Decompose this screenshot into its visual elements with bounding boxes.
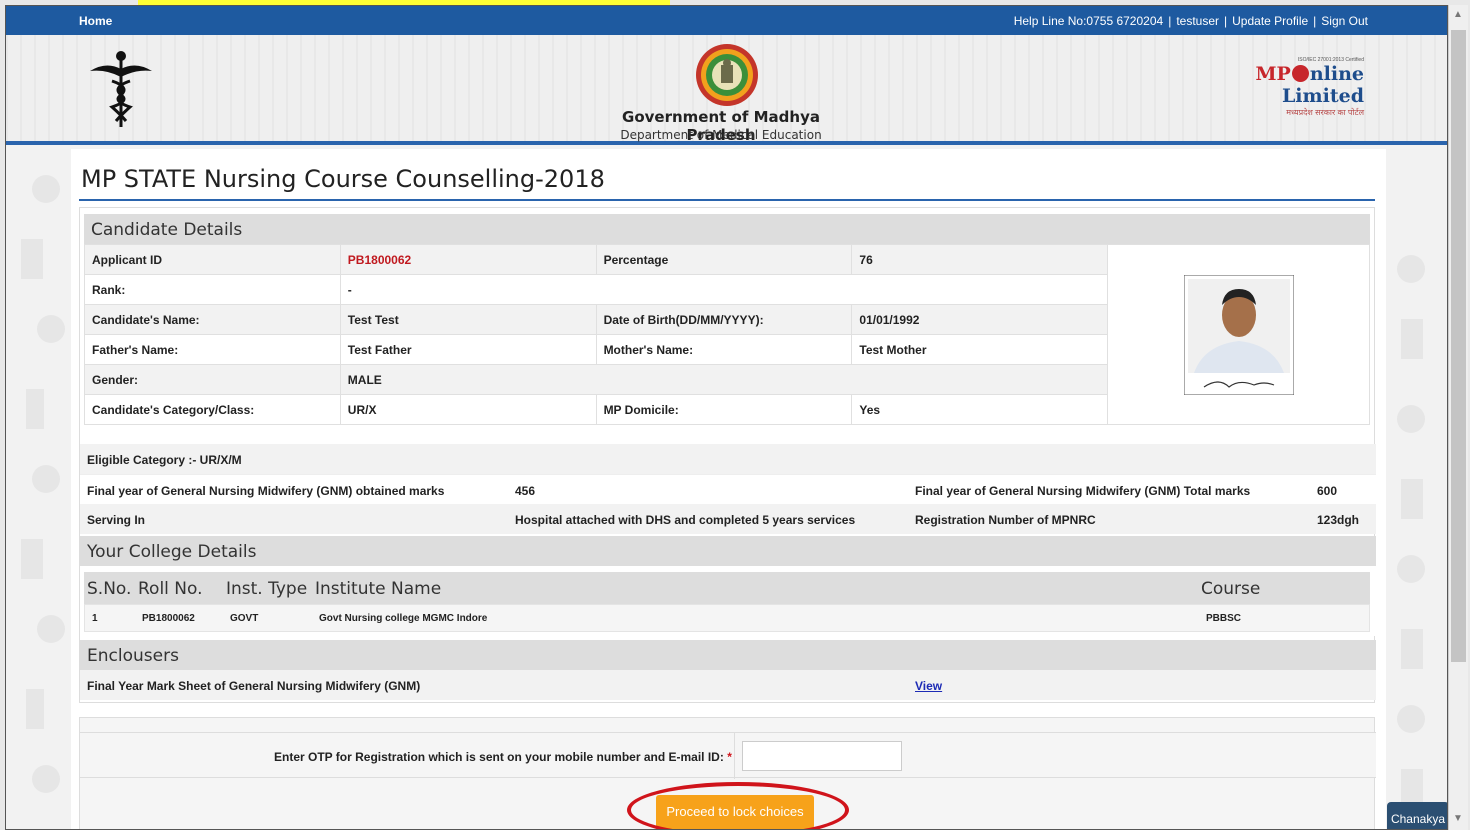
photo-cell (1107, 244, 1370, 425)
mp-emblem-icon (696, 44, 758, 106)
helpline-text: Help Line No:0755 6720204 (1013, 14, 1164, 28)
cell-institute-name: Govt Nursing college MGMC Indore (319, 613, 488, 624)
top-nav-right: Help Line No:0755 6720204 | testuser | U… (1014, 14, 1368, 28)
scroll-thumb[interactable] (1451, 30, 1466, 662)
table-row: 1 PB1800062 GOVT Govt Nursing college MG… (84, 604, 1370, 632)
main-content: MP STATE Nursing Course Counselling-2018… (71, 149, 1386, 829)
separator: | (1224, 14, 1228, 28)
caduceus-icon (90, 51, 152, 127)
col-institute-name: Institute Name (315, 579, 442, 599)
gnm-total-value: 600 (1317, 484, 1338, 498)
cell-course: PBBSC (1206, 613, 1242, 624)
serving-label: Serving In (87, 513, 146, 527)
father-name-value: Test Father (339, 334, 597, 365)
eligible-category-text: Eligible Category :- UR/X/M (87, 453, 242, 467)
rank-value: - (339, 274, 1109, 305)
page-scrollbar[interactable]: ▲ ▼ (1448, 5, 1468, 830)
mponline-tagline: मध्यप्रदेश सरकार का पोर्टल (1286, 108, 1364, 117)
col-inst-type: Inst. Type (226, 579, 308, 599)
view-marksheet-link[interactable]: View (915, 679, 942, 693)
serving-row: Serving In Hospital attached with DHS an… (80, 504, 1376, 534)
gnm-total-label: Final year of General Nursing Midwifery … (915, 484, 1251, 498)
globe-icon (1291, 65, 1309, 82)
dob-label: Date of Birth(DD/MM/YYYY): (595, 304, 853, 335)
top-nav-bar: Home Help Line No:0755 6720204 | testuse… (6, 6, 1447, 35)
otp-divider (734, 733, 735, 779)
serving-value: Hospital attached with DHS and completed… (515, 513, 856, 527)
browser-frame: Home Help Line No:0755 6720204 | testuse… (5, 5, 1448, 830)
category-label: Candidate's Category/Class: (84, 394, 341, 425)
separator: | (1168, 14, 1172, 28)
enclosures-heading: Enclousers (80, 640, 1376, 670)
table-row: Applicant ID PB1800062 Percentage 76 (84, 244, 1370, 425)
otp-input[interactable] (742, 741, 902, 771)
chanakya-chat-button[interactable]: Chanakya (1387, 802, 1447, 829)
domicile-label: MP Domicile: (595, 394, 853, 425)
category-value: UR/X (339, 394, 597, 425)
scroll-down-icon[interactable]: ▼ (1453, 813, 1463, 824)
col-course: Course (1201, 579, 1261, 599)
candidate-name-value: Test Test (339, 304, 597, 335)
cell-sno: 1 (92, 613, 98, 624)
mponline-brand: MP nline Limited (1169, 63, 1364, 107)
page-title: MP STATE Nursing Course Counselling-2018 (81, 165, 605, 193)
scroll-up-icon[interactable]: ▲ (1453, 9, 1463, 20)
college-table-header: S.No. Roll No. Inst. Type Institute Name… (84, 572, 1370, 604)
college-table-wrap: S.No. Roll No. Inst. Type Institute Name… (80, 566, 1376, 636)
update-profile-link[interactable]: Update Profile (1232, 14, 1308, 28)
percentage-label: Percentage (595, 244, 853, 275)
eligible-category-row: Eligible Category :- UR/X/M (80, 444, 1376, 474)
father-name-label: Father's Name: (84, 334, 341, 365)
mother-name-label: Mother's Name: (595, 334, 853, 365)
candidate-name-label: Candidate's Name: (84, 304, 341, 335)
cell-inst-type: GOVT (230, 613, 259, 624)
gnm-obtained-label: Final year of General Nursing Midwifery … (87, 484, 445, 498)
applicant-id-label: Applicant ID (84, 244, 341, 275)
mpnrc-value: 123dgh (1317, 513, 1360, 527)
mponline-logo: ISO/IEC 27001:2013 Certified MP nline Lim… (1169, 57, 1364, 118)
rank-label: Rank: (84, 274, 341, 305)
site-header: Government of Madhya Pradesh Department … (6, 35, 1447, 145)
cell-roll-no: PB1800062 (142, 613, 195, 624)
candidate-details-heading: Candidate Details (84, 214, 1370, 244)
col-roll-no: Roll No. (138, 579, 203, 599)
mpnrc-label: Registration Number of MPNRC (915, 513, 1096, 527)
sign-out-link[interactable]: Sign Out (1321, 14, 1368, 28)
candidate-photo (1183, 274, 1294, 395)
gnm-obtained-value: 456 (515, 484, 536, 498)
dob-value: 01/01/1992 (851, 304, 1109, 335)
college-details-heading: Your College Details (80, 536, 1376, 566)
details-panel: Candidate Details Applicant ID PB1800062… (79, 207, 1376, 703)
domicile-value: Yes (851, 394, 1109, 425)
required-asterisk: * (727, 750, 732, 764)
enclosure-row: Final Year Mark Sheet of General Nursing… (80, 670, 1376, 700)
otp-label-text: Enter OTP for Registration which is sent… (274, 750, 724, 764)
gender-label: Gender: (84, 364, 341, 395)
mother-name-value: Test Mother (851, 334, 1109, 365)
col-sno: S.No. (87, 579, 132, 599)
title-divider (79, 199, 1375, 201)
marksheet-label: Final Year Mark Sheet of General Nursing… (87, 679, 421, 693)
otp-label: Enter OTP for Registration which is sent… (274, 750, 732, 764)
applicant-id-value: PB1800062 (339, 244, 597, 275)
home-link[interactable]: Home (79, 14, 112, 28)
separator: | (1313, 14, 1317, 28)
dept-subtitle: Department of Medical Education (620, 128, 822, 142)
candidate-details-table: Applicant ID PB1800062 Percentage 76 Ran… (84, 244, 1370, 425)
gender-value: MALE (339, 364, 1109, 395)
annotation-highlight (138, 0, 670, 5)
gnm-marks-row: Final year of General Nursing Midwifery … (80, 474, 1376, 504)
percentage-value: 76 (851, 244, 1109, 275)
username-text: testuser (1176, 14, 1219, 28)
annotation-ellipse (627, 782, 849, 829)
otp-row: Enter OTP for Registration which is sent… (80, 732, 1376, 779)
mponline-brand-mp: MP (1255, 63, 1291, 85)
